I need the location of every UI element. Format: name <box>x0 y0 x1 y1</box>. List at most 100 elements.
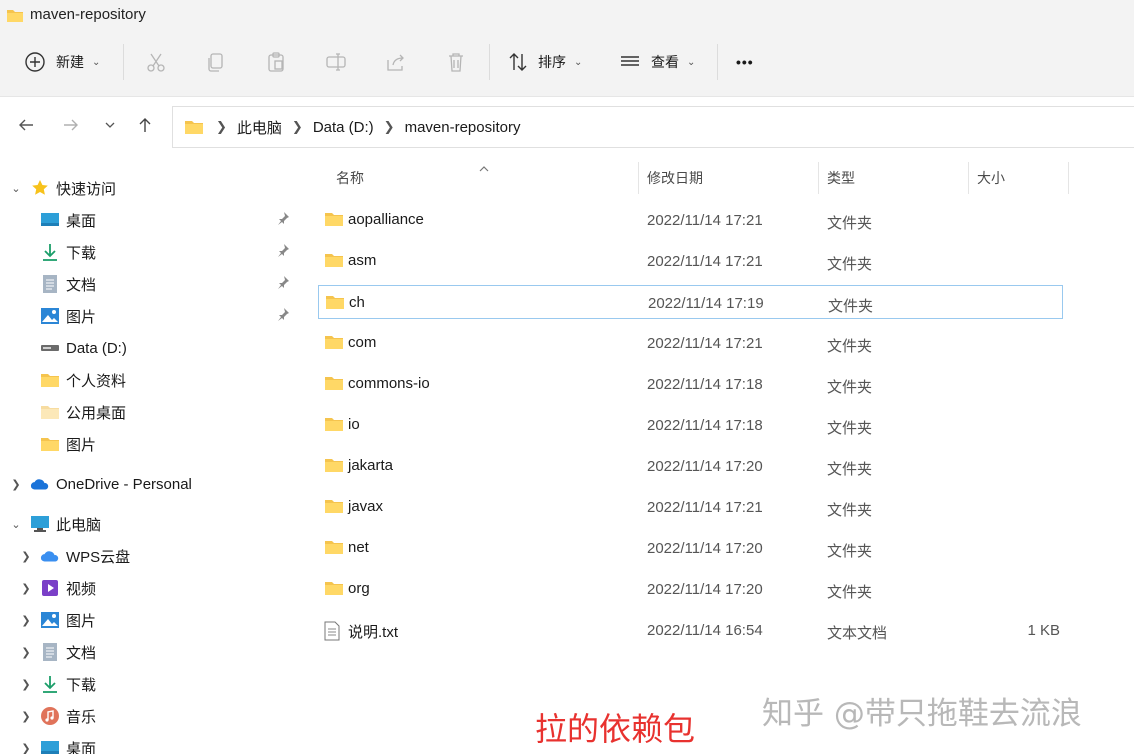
sidebar-item-desktop[interactable]: 桌面 <box>0 204 298 236</box>
sidebar-item-public-desktop[interactable]: 公用桌面 <box>0 396 298 428</box>
sidebar-item-label: 图片 <box>66 436 97 454</box>
file-row[interactable]: net 2022/11/14 17:20 文件夹 <box>318 531 1063 565</box>
picture-icon <box>40 306 60 326</box>
pin-icon[interactable] <box>276 243 290 261</box>
sidebar-item-label: 个人资料 <box>66 372 127 390</box>
chevron-down-icon[interactable]: ⌄ <box>10 518 22 531</box>
sidebar-item-personal[interactable]: 个人资料 <box>0 364 298 396</box>
file-name: jakarta <box>348 457 394 474</box>
breadcrumb-drive-d[interactable]: Data (D:) <box>313 119 374 136</box>
file-type: 文件夹 <box>827 379 873 396</box>
sort-button-label: 排序 <box>538 54 566 70</box>
column-header-type[interactable]: 类型 <box>827 162 855 194</box>
sidebar-item-label: 桌面 <box>66 740 97 754</box>
watermark: 知乎 @带只拖鞋去流浪 <box>762 696 1082 732</box>
sidebar-item-downloads[interactable]: 下载 <box>0 236 298 268</box>
breadcrumb-maven-repository[interactable]: maven-repository <box>405 119 521 136</box>
pin-icon[interactable] <box>276 307 290 325</box>
file-row[interactable]: asm 2022/11/14 17:21 文件夹 <box>318 244 1063 278</box>
delete-button[interactable] <box>445 44 467 80</box>
file-row[interactable]: org 2022/11/14 17:20 文件夹 <box>318 572 1063 606</box>
document-icon <box>40 642 60 662</box>
chevron-down-icon: ⌄ <box>687 56 696 68</box>
recent-locations-button[interactable] <box>98 115 122 139</box>
chevron-down-icon: ⌄ <box>92 56 101 68</box>
file-row[interactable]: commons-io 2022/11/14 17:18 文件夹 <box>318 367 1063 401</box>
column-header-date[interactable]: 修改日期 <box>647 162 703 194</box>
address-bar[interactable]: ❯ 此电脑 ❯ Data (D:) ❯ maven-repository <box>172 106 1134 148</box>
sidebar-item-label: WPS云盘 <box>66 548 131 566</box>
sidebar-item-quick-access[interactable]: ⌄ 快速访问 <box>0 172 298 204</box>
file-row[interactable]: com 2022/11/14 17:21 文件夹 <box>318 326 1063 360</box>
chevron-right-icon[interactable]: ❯ <box>20 550 32 563</box>
more-options-button[interactable]: ••• <box>736 44 754 80</box>
sidebar-item-music[interactable]: ❯ 音乐 <box>0 700 298 732</box>
rename-button[interactable] <box>325 44 347 80</box>
new-button[interactable]: 新建 ⌄ <box>24 44 100 80</box>
sidebar-item-pc-downloads[interactable]: ❯ 下载 <box>0 668 298 700</box>
sidebar-item-videos[interactable]: ❯ 视频 <box>0 572 298 604</box>
file-row[interactable]: ch 2022/11/14 17:19 文件夹 <box>318 285 1063 319</box>
column-header-size[interactable]: 大小 <box>977 162 1005 194</box>
sidebar-item-pictures[interactable]: 图片 <box>0 300 298 332</box>
file-row[interactable]: aopalliance 2022/11/14 17:21 文件夹 <box>318 203 1063 237</box>
forward-button[interactable] <box>59 115 83 139</box>
folder-icon <box>324 334 344 355</box>
breadcrumb-this-pc[interactable]: 此电脑 <box>237 117 282 138</box>
file-type: 文件夹 <box>827 543 873 560</box>
chevron-right-icon[interactable]: ❯ <box>20 582 32 595</box>
sidebar-item-pc-pictures[interactable]: ❯ 图片 <box>0 604 298 636</box>
sidebar-item-wps-cloud[interactable]: ❯ WPS云盘 <box>0 540 298 572</box>
file-modified-date: 2022/11/14 17:21 <box>647 335 763 352</box>
sidebar-item-pc-documents[interactable]: ❯ 文档 <box>0 636 298 668</box>
chevron-right-icon[interactable]: ❯ <box>20 678 32 691</box>
chevron-down-icon: ⌄ <box>574 56 583 68</box>
pin-icon[interactable] <box>276 275 290 293</box>
sort-button[interactable]: 排序 ⌄ <box>507 44 582 80</box>
column-divider[interactable] <box>968 162 969 194</box>
breadcrumb-separator-icon: ❯ <box>383 119 395 134</box>
file-row[interactable]: jakarta 2022/11/14 17:20 文件夹 <box>318 449 1063 483</box>
column-header-name[interactable]: 名称 <box>336 162 364 194</box>
cut-button[interactable] <box>145 44 167 80</box>
sidebar-item-pc-desktop[interactable]: ❯ 桌面 <box>0 732 298 754</box>
folder-icon <box>184 119 204 135</box>
pin-icon[interactable] <box>276 211 290 229</box>
file-type: 文件夹 <box>828 298 874 315</box>
sidebar-item-documents[interactable]: 文档 <box>0 268 298 300</box>
sort-icon <box>507 51 529 73</box>
chevron-right-icon[interactable]: ❯ <box>20 710 32 723</box>
chevron-right-icon[interactable]: ❯ <box>10 478 22 491</box>
view-button[interactable]: 查看 ⌄ <box>619 44 695 80</box>
column-divider[interactable] <box>818 162 819 194</box>
chevron-right-icon[interactable]: ❯ <box>20 614 32 627</box>
sidebar-item-this-pc[interactable]: ⌄ 此电脑 <box>0 508 298 540</box>
copy-button[interactable] <box>205 44 227 80</box>
sidebar-item-drive-d[interactable]: Data (D:) <box>0 332 298 364</box>
file-row[interactable]: io 2022/11/14 17:18 文件夹 <box>318 408 1063 442</box>
chevron-right-icon[interactable]: ❯ <box>20 646 32 659</box>
column-divider[interactable] <box>1068 162 1069 194</box>
column-divider[interactable] <box>638 162 639 194</box>
sidebar-item-onedrive[interactable]: ❯ OneDrive - Personal <box>0 468 298 500</box>
share-icon <box>385 51 407 73</box>
file-modified-date: 2022/11/14 17:20 <box>647 540 763 557</box>
scissors-icon <box>145 51 167 73</box>
share-button[interactable] <box>385 44 407 80</box>
sidebar-item-pictures-folder[interactable]: 图片 <box>0 428 298 460</box>
folder-icon <box>324 498 344 519</box>
file-row[interactable]: 说明.txt 2022/11/14 16:54 文本文档 1 KB <box>318 613 1063 647</box>
annotation-caption: 拉的依赖包 <box>535 710 696 748</box>
file-row[interactable]: javax 2022/11/14 17:21 文件夹 <box>318 490 1063 524</box>
folder-icon <box>324 539 344 560</box>
file-modified-date: 2022/11/14 17:19 <box>648 295 764 312</box>
file-type: 文件夹 <box>827 502 873 519</box>
sidebar-item-label: 文档 <box>66 276 97 294</box>
chevron-down-icon[interactable]: ⌄ <box>10 182 22 195</box>
trash-icon <box>445 51 467 73</box>
chevron-right-icon[interactable]: ❯ <box>20 742 32 754</box>
up-button[interactable] <box>133 115 157 139</box>
paste-button[interactable] <box>265 44 287 80</box>
sidebar-item-label: 文档 <box>66 644 97 662</box>
back-button[interactable] <box>14 115 38 139</box>
